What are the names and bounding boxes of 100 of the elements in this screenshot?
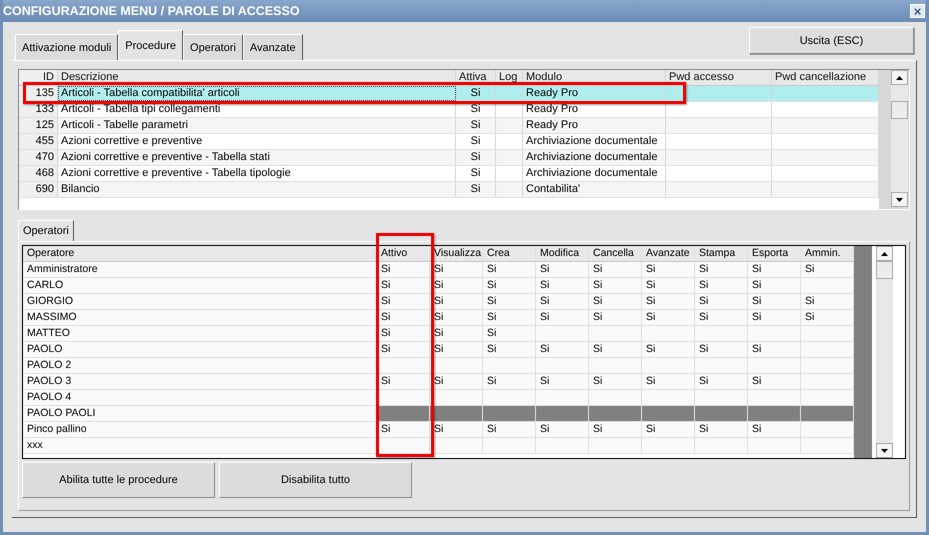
permission-cell: Si (430, 326, 483, 341)
scroll-up-button[interactable] (876, 246, 893, 261)
column-header[interactable]: Attivo (377, 246, 430, 261)
column-header[interactable]: Operatore (23, 246, 377, 261)
operator-cell: PAOLO 4 (23, 390, 377, 405)
description-cell: Azioni correttive e preventive - Tabella stati (58, 150, 456, 165)
tab[interactable]: Avanzate (242, 34, 303, 60)
scroll-up-button[interactable] (891, 70, 908, 85)
permission-cell: Si (377, 310, 430, 325)
action-button[interactable]: Abilita tutte le procedure (22, 462, 215, 498)
column-header[interactable]: Log (496, 70, 523, 85)
table-row[interactable]: Pinco pallino Si Si Si Si Si Si Si Si (23, 422, 854, 438)
permission-cell: Si (536, 374, 589, 389)
table-row[interactable]: PAOLO 2 (23, 358, 854, 374)
scroll-thumb[interactable] (891, 101, 908, 119)
column-header[interactable]: Visualizza (430, 246, 483, 261)
tab[interactable]: Operatori (183, 34, 243, 60)
permission-cell: Si (589, 310, 642, 325)
column-header[interactable]: Modulo (523, 70, 666, 85)
operator-cell: MASSIMO (23, 310, 377, 325)
module-cell: Ready Pro (523, 118, 666, 133)
table-row[interactable]: PAOLO 3 Si Si Si Si Si Si Si Si (23, 374, 854, 390)
permission-cell: Si (536, 294, 589, 309)
module-cell: Archiviazione documentale (523, 166, 666, 181)
description-cell: Articoli - Tabella compatibilita' articoli (58, 86, 456, 101)
tab[interactable]: Operatori (18, 220, 74, 241)
permission-cell: Si (589, 278, 642, 293)
table-row[interactable]: xxx (23, 438, 854, 454)
down-arrow-icon (896, 198, 903, 202)
permission-cell: Si (695, 342, 748, 357)
description-cell: Azioni correttive e preventive - Tabella tipologie (58, 166, 456, 181)
table-row[interactable]: GIORGIO Si Si Si Si Si Si Si Si Si (23, 294, 854, 310)
id-cell: 690 (19, 182, 58, 197)
operator-cell: PAOLO 2 (23, 358, 377, 373)
column-header[interactable]: Cancella (589, 246, 642, 261)
column-header[interactable]: Esporta (748, 246, 801, 261)
column-header[interactable]: Stampa (695, 246, 748, 261)
permission-cell: Si (430, 278, 483, 293)
tab[interactable]: Attivazione moduli (15, 34, 118, 60)
permission-cell: Si (642, 342, 695, 357)
id-cell: 455 (19, 134, 58, 149)
up-arrow-icon (881, 252, 888, 256)
close-button[interactable]: × (910, 4, 925, 18)
id-cell: 125 (19, 118, 58, 133)
permission-cell: Si (536, 342, 589, 357)
active-cell: Si (456, 134, 496, 149)
scroll-thumb[interactable] (876, 261, 893, 279)
permission-cell: Si (377, 326, 430, 341)
table-row[interactable]: 135 Articoli - Tabella compatibilita' articoli Si Ready Pro (19, 86, 879, 102)
column-header[interactable]: Crea (483, 246, 536, 261)
description-cell: Articoli - Tabelle parametri (58, 118, 456, 133)
operator-cell: PAOLO PAOLI (23, 406, 377, 421)
permission-cell: Si (430, 310, 483, 325)
column-header[interactable]: Pwd accesso (666, 70, 772, 85)
table-row[interactable]: MASSIMO Si Si Si Si Si Si Si Si Si (23, 310, 854, 326)
permission-cell: Si (377, 422, 430, 437)
permission-cell: Si (642, 294, 695, 309)
scrollbar[interactable] (891, 70, 908, 207)
module-cell: Archiviazione documentale (523, 134, 666, 149)
scroll-down-button[interactable] (876, 443, 893, 458)
permission-cell: Si (642, 422, 695, 437)
up-arrow-icon (896, 76, 903, 80)
scrollbar[interactable] (876, 246, 893, 458)
column-header[interactable]: Attiva (456, 70, 496, 85)
permission-cell: Si (695, 262, 748, 277)
permission-cell: Si (695, 374, 748, 389)
table-row[interactable]: CARLO Si Si Si Si Si Si Si Si (23, 278, 854, 294)
permission-cell: Si (483, 278, 536, 293)
permission-cell: Si (748, 422, 801, 437)
permission-cell: Si (377, 374, 430, 389)
active-cell: Si (456, 86, 496, 101)
permission-cell: Si (695, 294, 748, 309)
permission-cell: Si (589, 294, 642, 309)
table-row[interactable]: 125 Articoli - Tabelle parametri Si Ready Pro (19, 118, 879, 134)
column-header[interactable]: Modifica (536, 246, 589, 261)
tab[interactable]: Procedure (118, 30, 184, 60)
permission-cell: Si (536, 422, 589, 437)
operator-cell: Pinco pallino (23, 422, 377, 437)
table-row[interactable]: MATTEO Si Si Si (23, 326, 854, 342)
operator-cell: PAOLO (23, 342, 377, 357)
operator-cell: PAOLO 3 (23, 374, 377, 389)
table-row[interactable]: PAOLO PAOLI (23, 406, 854, 422)
permission-cell: Si (430, 262, 483, 277)
permission-cell: Si (483, 294, 536, 309)
table-row[interactable]: PAOLO 4 (23, 390, 854, 406)
column-header[interactable]: Avanzate (642, 246, 695, 261)
permission-cell: Si (377, 278, 430, 293)
exit-button[interactable]: Uscita (ESC) (749, 27, 914, 54)
permission-cell: Si (377, 262, 430, 277)
permission-cell: Si (377, 294, 430, 309)
column-header[interactable]: Descrizione (58, 70, 456, 85)
permission-cell: Si (430, 342, 483, 357)
table-row[interactable]: PAOLO Si Si Si Si Si Si Si Si (23, 342, 854, 358)
permission-cell: Si (589, 262, 642, 277)
scroll-down-button[interactable] (891, 192, 908, 207)
active-cell: Si (456, 166, 496, 181)
table-row[interactable]: Amministratore Si Si Si Si Si Si Si Si Si (23, 262, 854, 278)
action-button[interactable]: Disabilita tutto (219, 462, 412, 498)
table-row[interactable]: 470 Azioni correttive e preventive - Tabella stati Si Archiviazione documentale (19, 150, 879, 166)
table-row[interactable]: 690 Bilancio Si Contabilita' (19, 182, 879, 198)
